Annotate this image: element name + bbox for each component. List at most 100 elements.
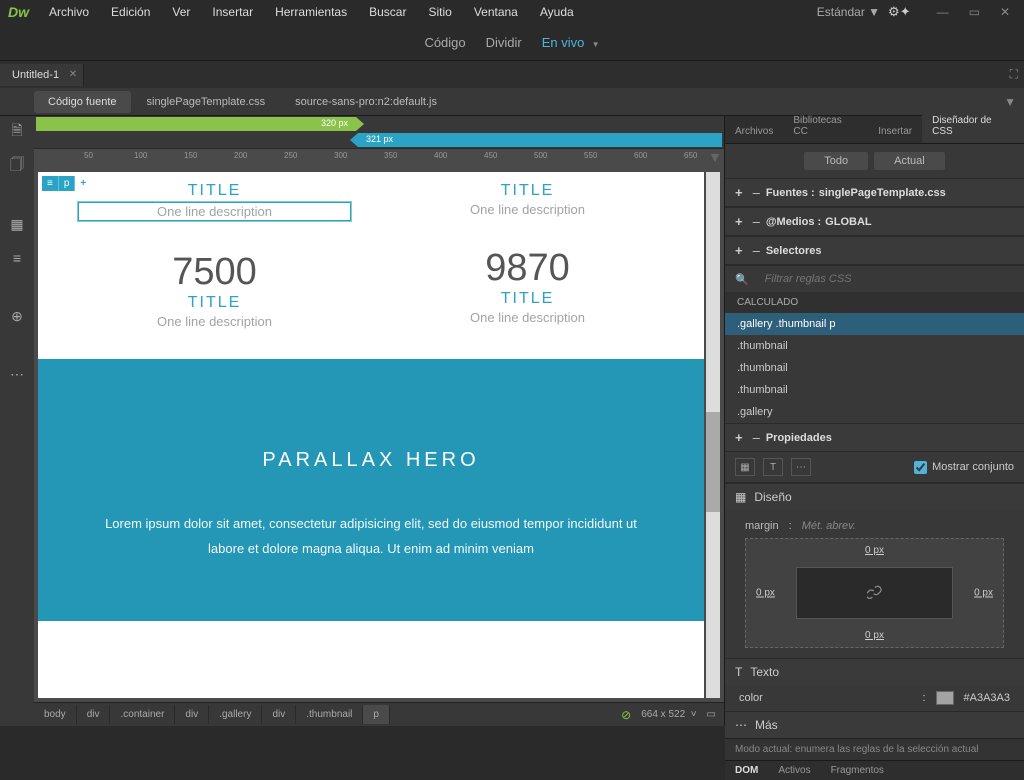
maximize-button[interactable]: ▭ [963,3,986,21]
status-ok-icon[interactable]: ⊘ [621,708,631,722]
menu-tools[interactable]: Herramientas [265,2,357,22]
breadcrumb-item[interactable]: .container [110,705,175,724]
stat-desc-selected[interactable]: One line description [78,202,351,221]
view-live[interactable]: En vivo ▼ [542,35,600,50]
manage-icon[interactable]: 🗍 [7,156,27,176]
selector-item[interactable]: .gallery [725,401,1024,423]
document-tab[interactable]: Untitled-1 ✕ [0,64,84,86]
margin-shorthand[interactable]: Mét. abrev. [802,520,856,532]
subtab-current[interactable]: Actual [874,152,945,170]
margin-right[interactable]: 0 px [974,588,993,599]
tab-files[interactable]: Archivos [725,120,783,143]
sync-icon[interactable]: ⚙✦ [888,4,911,20]
tab-dom[interactable]: DOM [725,761,768,780]
color-value[interactable]: #A3A3A3 [964,692,1010,704]
selector-item[interactable]: .thumbnail [725,379,1024,401]
viewport-size[interactable]: 664 x 522 ˅ [641,709,696,720]
color-swatch[interactable] [936,691,954,705]
target-icon[interactable]: ⊕ [7,306,27,326]
text-category-icon[interactable]: T [763,458,783,476]
margin-top[interactable]: 0 px [865,545,884,556]
breadcrumb-item[interactable]: div [175,705,209,724]
tab-cc-libraries[interactable]: Bibliotecas CC [783,109,868,143]
minimize-button[interactable]: — [931,3,955,21]
margin-box[interactable]: 0 px 0 px 0 px 0 px [745,538,1004,648]
selector-item[interactable]: .thumbnail [725,335,1024,357]
breadcrumb-item[interactable]: .gallery [209,705,262,724]
tab-snippets[interactable]: Fragmentos [821,761,894,780]
minus-icon[interactable]: – [753,243,760,258]
indent-icon[interactable]: ≡ [7,248,27,268]
file-icon[interactable]: 🗎 [7,122,27,142]
dom-icon[interactable]: ▦ [7,214,27,234]
design-view[interactable]: ≡ p + TITLE One line description 7500 TI… [34,168,724,702]
more-category-icon[interactable]: ⋯ [791,458,811,476]
more-subheader: ⋯ Más [725,711,1024,738]
show-set-toggle[interactable]: Mostrar conjunto [914,461,1014,474]
breadcrumb-item[interactable]: div [77,705,111,724]
menu-file[interactable]: Archivo [39,2,99,22]
more-icon[interactable]: ⋯ [7,364,27,384]
related-file[interactable]: singlePageTemplate.css [133,91,280,113]
plus-icon[interactable]: + [735,214,743,229]
breakpoint-321[interactable]: 321 px [358,133,722,147]
minus-icon[interactable]: – [753,430,760,445]
minus-icon[interactable]: – [753,185,760,200]
menu-help[interactable]: Ayuda [530,2,584,22]
filter-css-input[interactable] [755,268,1014,290]
breadcrumb-item[interactable]: p [363,705,390,724]
canvas[interactable]: ≡ p + TITLE One line description 7500 TI… [38,172,704,698]
menu-view[interactable]: Ver [162,2,200,22]
breadcrumb-item[interactable]: .thumbnail [296,705,363,724]
media-header[interactable]: + – @Medios : GLOBAL [725,207,1024,236]
plus-icon[interactable]: + [735,185,743,200]
show-set-checkbox[interactable] [914,461,927,474]
tab-insert[interactable]: Insertar [868,120,922,143]
breadcrumb-item[interactable]: body [34,705,77,724]
text-icon: T [735,665,742,679]
vertical-scrollbar[interactable] [706,172,720,698]
more-icon: ⋯ [735,718,747,732]
link-icon[interactable] [796,567,953,619]
selectors-header[interactable]: + – Selectores [725,236,1024,265]
ruler-handle-icon[interactable]: ▼ [708,149,722,165]
hero-title: PARALLAX HERO [98,449,644,472]
plus-icon[interactable]: + [735,243,743,258]
close-button[interactable]: ✕ [994,3,1016,21]
menu-bar: Dw Archivo Edición Ver Insertar Herramie… [0,0,1024,24]
margin-bottom[interactable]: 0 px [865,630,884,641]
related-file[interactable]: source-sans-pro:n2:default.js [281,91,451,113]
hamburger-icon[interactable]: ≡ [42,176,59,191]
expand-icon[interactable]: ⛶ [1010,67,1018,81]
minus-icon[interactable]: – [753,214,760,229]
filter-icon[interactable]: ▼ [1004,95,1016,109]
add-element-icon[interactable]: + [75,176,92,191]
menu-window[interactable]: Ventana [464,2,528,22]
menu-find[interactable]: Buscar [359,2,416,22]
breakpoint-320[interactable]: 320 px [36,117,356,131]
close-tab-icon[interactable]: ✕ [69,69,77,80]
search-icon: 🔍 [735,273,749,286]
selector-item[interactable]: .gallery .thumbnail p [725,313,1024,335]
plus-icon[interactable]: + [735,430,743,445]
margin-label: margin [745,520,779,532]
sources-header[interactable]: + – Fuentes : singlePageTemplate.css [725,178,1024,207]
properties-header[interactable]: + – Propiedades [725,423,1024,452]
tab-css-designer[interactable]: Diseñador de CSS [922,109,1024,143]
element-chip[interactable]: ≡ p + [42,176,92,191]
margin-left[interactable]: 0 px [756,588,775,599]
menu-insert[interactable]: Insertar [202,2,263,22]
device-icon[interactable]: ▭ [707,709,716,720]
tab-assets[interactable]: Activos [768,761,820,780]
dom-breadcrumb: body div .container div .gallery div .th… [34,705,621,724]
layout-category-icon[interactable]: ▦ [735,458,755,476]
workspace-selector[interactable]: Estándar ▼ [817,5,880,19]
menu-site[interactable]: Sitio [418,2,461,22]
breadcrumb-item[interactable]: div [262,705,296,724]
view-code[interactable]: Código [424,35,465,50]
source-code-button[interactable]: Código fuente [34,91,131,113]
menu-edit[interactable]: Edición [101,2,160,22]
view-split[interactable]: Dividir [486,35,522,50]
subtab-all[interactable]: Todo [804,152,868,170]
selector-item[interactable]: .thumbnail [725,357,1024,379]
